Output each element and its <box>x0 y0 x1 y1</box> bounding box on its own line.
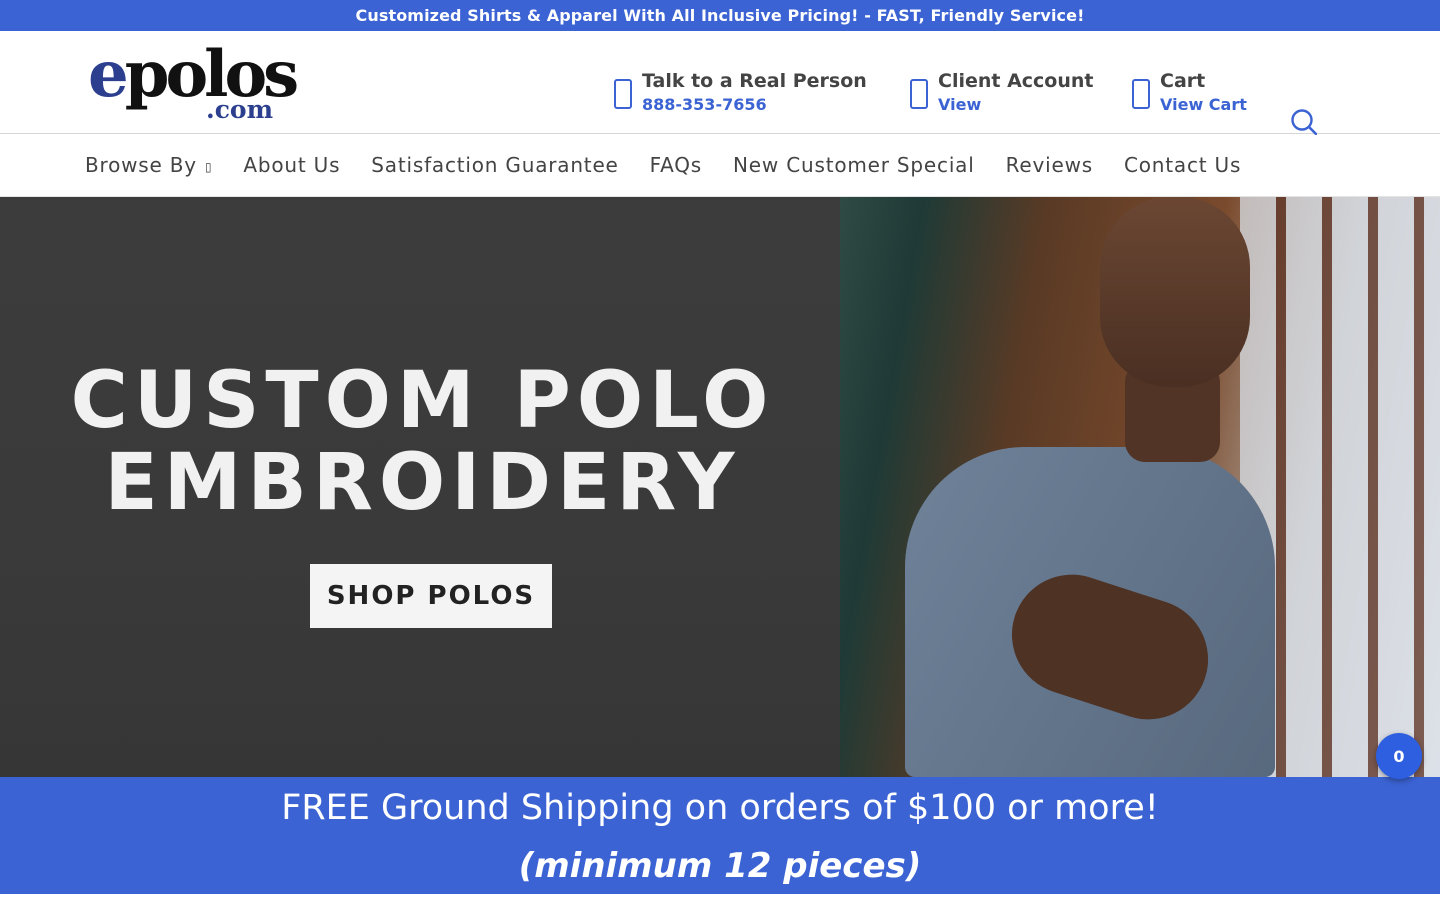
shipping-line2: (minimum 12 pieces) <box>518 846 922 886</box>
logo-e: e <box>88 37 129 112</box>
cart-icon <box>1132 79 1150 109</box>
nav-faqs[interactable]: FAQs <box>650 153 702 177</box>
shipping-line1: FREE Ground Shipping on orders of $100 o… <box>281 788 1159 828</box>
nav-reviews[interactable]: Reviews <box>1006 153 1093 177</box>
phone-block[interactable]: Talk to a Real Person 888-353-7656 <box>614 69 867 119</box>
cart-block[interactable]: Cart View Cart <box>1132 69 1247 119</box>
user-icon <box>910 79 928 109</box>
hero-headline-line2: EMBROIDERY <box>104 438 741 528</box>
phone-title: Talk to a Real Person <box>642 70 867 92</box>
search-icon[interactable] <box>1291 109 1317 135</box>
nav-browse-label: Browse By <box>85 153 197 177</box>
nav-new-customer-special[interactable]: New Customer Special <box>733 153 975 177</box>
announcement-text: Customized Shirts & Apparel With All Inc… <box>355 6 1085 25</box>
cart-count-badge[interactable]: 0 <box>1376 733 1422 779</box>
nav-about-us[interactable]: About Us <box>243 153 340 177</box>
account-text: Client Account View <box>938 69 1094 117</box>
nav-satisfaction-guarantee[interactable]: Satisfaction Guarantee <box>371 153 618 177</box>
cart-title: Cart <box>1160 70 1206 92</box>
hero-headline-line1: CUSTOM POLO <box>70 356 775 446</box>
shipping-banner: FREE Ground Shipping on orders of $100 o… <box>0 777 1440 894</box>
shop-polos-button[interactable]: SHOP POLOS <box>310 564 552 628</box>
hero-headline: CUSTOM POLO EMBROIDERY <box>0 360 845 524</box>
nav-contact-us[interactable]: Contact Us <box>1124 153 1241 177</box>
epolos-logo[interactable]: epolos .com <box>88 43 299 125</box>
phone-text: Talk to a Real Person 888-353-7656 <box>642 69 867 117</box>
account-title: Client Account <box>938 70 1094 92</box>
account-view-link[interactable]: View <box>938 93 1094 117</box>
phone-number-link[interactable]: 888-353-7656 <box>642 93 867 117</box>
main-nav: Browse By ▯ About Us Satisfaction Guarant… <box>0 134 1440 197</box>
announcement-bar: Customized Shirts & Apparel With All Inc… <box>0 0 1440 31</box>
account-block[interactable]: Client Account View <box>910 69 1094 119</box>
phone-icon <box>614 79 632 109</box>
nav-browse-by[interactable]: Browse By ▯ <box>85 153 212 177</box>
logo-dotcom: .com <box>206 95 274 124</box>
cart-text: Cart View Cart <box>1160 69 1247 117</box>
chevron-down-icon: ▯ <box>204 159 213 174</box>
model-head <box>1100 197 1250 387</box>
view-cart-link[interactable]: View Cart <box>1160 93 1247 117</box>
site-header: epolos .com Talk to a Real Person 888-35… <box>0 31 1440 135</box>
